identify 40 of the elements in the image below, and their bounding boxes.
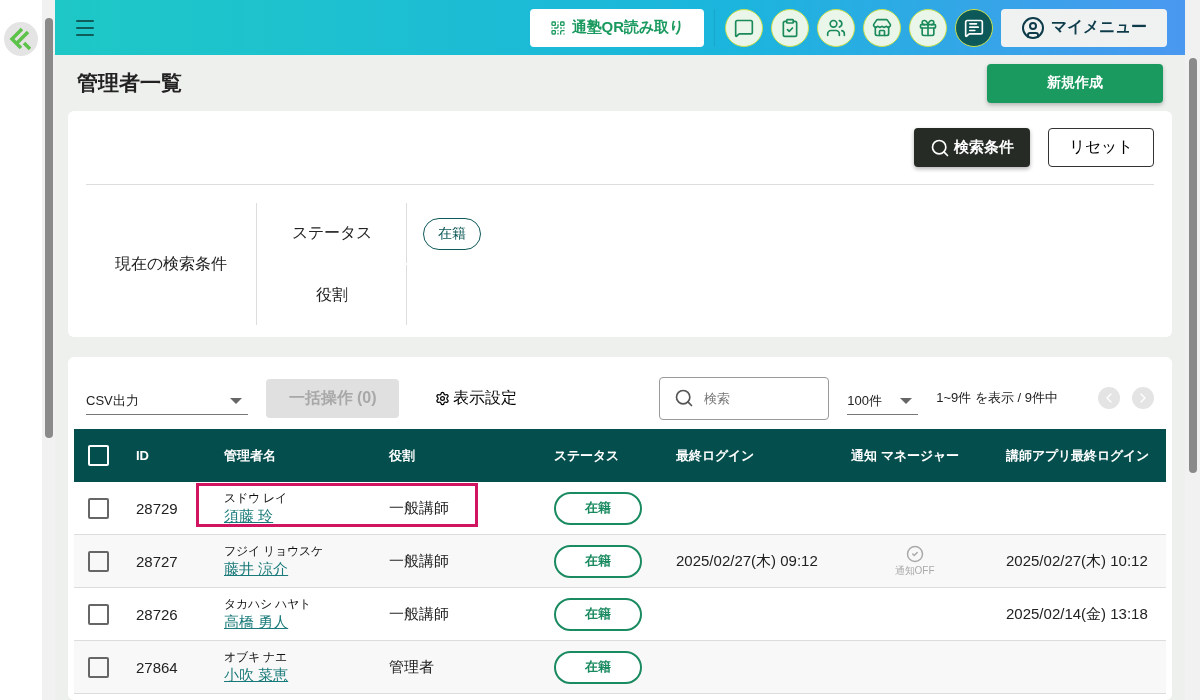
name-kana: オブキ ナエ — [224, 649, 288, 664]
column-header: ID — [122, 429, 210, 482]
admin-name-link[interactable]: 小吹 菜恵 — [224, 665, 289, 685]
column-header: 通知 マネージャー — [837, 429, 992, 482]
admin-name-link[interactable]: 高橋 勇人 — [224, 612, 289, 632]
status-button[interactable]: 在籍 — [554, 597, 642, 631]
column-header: 役割 — [375, 429, 540, 482]
table-cell: 28727 — [122, 535, 210, 588]
notify-status: 通知OFF — [894, 563, 935, 578]
display-settings-link[interactable]: 表示設定 — [435, 387, 517, 409]
name-kana: タカハシ ハヤト — [224, 596, 312, 611]
column-header: ステータス — [540, 429, 662, 482]
my-menu-button[interactable]: マイメニュー — [1001, 8, 1167, 47]
column-header: 最終ログイン — [662, 429, 837, 482]
table-cell: 2025/02/27(木) 10:12 — [992, 535, 1166, 588]
search-field[interactable]: 検索 — [659, 376, 830, 420]
name-kana: スドウ レイ — [224, 490, 288, 505]
condition-label: ステータス — [257, 203, 407, 263]
reset-button[interactable]: リセット — [1048, 128, 1154, 167]
table-cell: 一般講師 — [375, 535, 540, 588]
admin-name-link[interactable]: 須藤 玲 — [224, 506, 274, 526]
status-button[interactable]: 在籍 — [554, 650, 642, 684]
status-button[interactable]: 在籍 — [554, 491, 642, 525]
admin-name-link[interactable]: 藤井 涼介 — [224, 559, 289, 579]
range-text: 1~9件 を表示 / 9件中 — [936, 389, 1058, 407]
condition-label: 役割 — [257, 265, 407, 325]
page-title: 管理者一覧 — [77, 70, 182, 96]
current-conditions-label: 現在の検索条件 — [86, 203, 257, 325]
qr-scan-button[interactable]: 通塾QR読み取り — [529, 8, 704, 47]
search-conditions-button[interactable]: 検索条件 — [914, 128, 1030, 167]
per-page-select[interactable]: 100件 — [847, 381, 919, 415]
table-cell: 2025/02/27(木) 09:12 — [662, 535, 837, 588]
column-header: 管理者名 — [210, 429, 375, 482]
name-kana: フジイ リョウスケ — [224, 543, 324, 558]
csv-export-select[interactable]: CSV出力 — [86, 381, 248, 415]
new-button[interactable]: 新規作成 — [987, 63, 1163, 103]
column-header: 講師アプリ最終ログイン — [992, 429, 1166, 482]
status-button[interactable]: 在籍 — [554, 544, 642, 578]
table-cell: 管理者 — [375, 641, 540, 694]
table-cell: 27864 — [122, 641, 210, 694]
